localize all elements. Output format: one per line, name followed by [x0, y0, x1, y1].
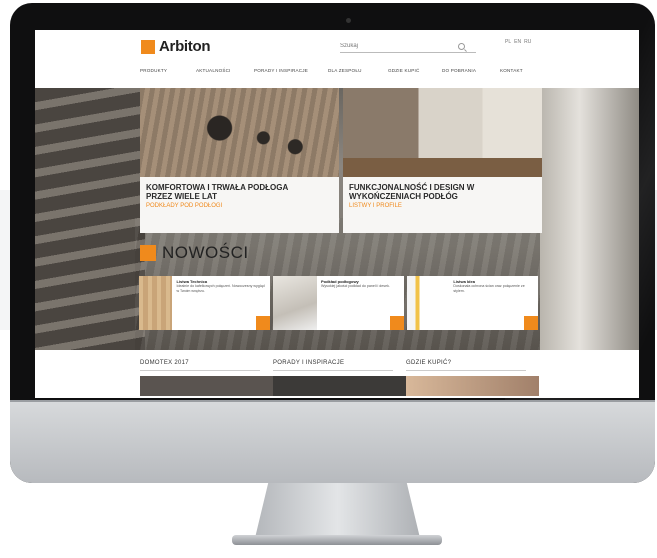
section-heading: NOWOŚCI [140, 243, 249, 263]
page: Arbiton PL EN RU PRODUKTY AKTUALNOŚCI PO… [0, 0, 657, 558]
news-tile[interactable]: Podkład podłogowy Wysokiej jakości podkł… [273, 276, 404, 330]
column-heading[interactable]: GDZIE KUPIĆ? [406, 360, 539, 366]
website-screen: Arbiton PL EN RU PRODUKTY AKTUALNOŚCI PO… [35, 30, 639, 398]
news-tiles: Listwa Technica Idealnie do kafelkowych … [139, 276, 538, 330]
news-body: Wysokiej jakości podkład do paneli i des… [321, 284, 390, 288]
monitor-chin [10, 400, 655, 483]
bottom-columns: DOMOTEX 2017 PORADY I INSPIRACJE GDZIE K… [140, 360, 539, 396]
search-box[interactable] [340, 40, 476, 53]
card-image-water-drops [140, 88, 339, 177]
logo-mark-icon [141, 39, 155, 54]
camera-icon [346, 18, 351, 23]
column-divider [140, 370, 260, 371]
card-image-room [343, 88, 542, 177]
news-arrow-icon[interactable] [256, 316, 270, 330]
news-thumbnail [407, 276, 450, 330]
news-arrow-icon[interactable] [524, 316, 538, 330]
nav-gdzie-kupic[interactable]: GDZIE KUPIĆ [388, 68, 442, 73]
card-body: KOMFORTOWA I TRWAŁA PODŁOGA PRZEZ WIELE … [140, 177, 339, 233]
news-arrow-icon[interactable] [390, 316, 404, 330]
chin-divider [10, 400, 655, 402]
card-body: FUNKCJONALNOŚĆ I DESIGN W WYKOŃCZENIACH … [343, 177, 542, 233]
lang-en[interactable]: EN [514, 39, 521, 45]
news-tile[interactable]: Listwa Idea Doskonała ochrona ścian oraz… [407, 276, 538, 330]
column-image [406, 376, 539, 396]
hero-stairs-image [35, 88, 145, 350]
news-tile[interactable]: Listwa Technica Idealnie do kafelkowych … [139, 276, 270, 330]
logo-text: Arbiton [159, 38, 211, 55]
column-gdzie-kupic[interactable]: GDZIE KUPIĆ? [406, 360, 539, 396]
hero-card-underlay[interactable]: KOMFORTOWA I TRWAŁA PODŁOGA PRZEZ WIELE … [140, 88, 339, 233]
news-body: Doskonała ochrona ścian oraz połączenie … [453, 284, 525, 293]
news-text: Podkład podłogowy Wysokiej jakości podkł… [317, 276, 394, 330]
nav-porady[interactable]: PORADY I INSPIRACJE [254, 68, 328, 73]
hero-card-profiles[interactable]: FUNKCJONALNOŚĆ I DESIGN W WYKOŃCZENIACH … [343, 88, 542, 233]
lang-pl[interactable]: PL [505, 39, 511, 45]
column-image [140, 376, 273, 396]
lang-ru[interactable]: RU [524, 39, 531, 45]
card-link[interactable]: PODKŁADY POD PODŁOGI [146, 203, 333, 209]
column-heading[interactable]: PORADY I INSPIRACJE [273, 360, 406, 366]
nav-dla-zespolu[interactable]: DLA ZESPOŁU [328, 68, 388, 73]
language-switcher: PL EN RU [505, 39, 531, 45]
column-porady[interactable]: PORADY I INSPIRACJE [273, 360, 406, 396]
news-body: Idealnie do kafelkowych połączeń. Nowocz… [176, 284, 265, 293]
monitor-stand [255, 483, 420, 538]
search-input[interactable] [340, 43, 458, 49]
hero-room-image [540, 88, 639, 350]
main-nav: PRODUKTY AKTUALNOŚCI PORADY I INSPIRACJE… [140, 68, 540, 73]
nav-produkty[interactable]: PRODUKTY [140, 68, 196, 73]
nav-aktualnosci[interactable]: AKTUALNOŚCI [196, 68, 254, 73]
nav-kontakt[interactable]: KONTAKT [500, 68, 540, 73]
card-title-line2: WYKOŃCZENIACH PODŁÓG [349, 192, 458, 201]
card-title-line1: FUNKCJONALNOŚĆ I DESIGN W [349, 183, 475, 192]
news-thumbnail [273, 276, 317, 330]
site-logo[interactable]: Arbiton [141, 38, 211, 55]
column-heading[interactable]: DOMOTEX 2017 [140, 360, 273, 366]
nav-do-pobrania[interactable]: DO POBRANIA [442, 68, 500, 73]
section-title: NOWOŚCI [162, 243, 249, 262]
column-divider [406, 370, 526, 371]
column-domotex[interactable]: DOMOTEX 2017 [140, 360, 273, 396]
card-link[interactable]: LISTWY I PROFILE [349, 203, 536, 209]
card-title-line2: PRZEZ WIELE LAT [146, 192, 217, 201]
card-image-skirting [343, 158, 542, 177]
search-icon[interactable] [458, 42, 465, 50]
monitor-stand-foot [232, 535, 442, 545]
column-image [273, 376, 406, 396]
card-title-line1: KOMFORTOWA I TRWAŁA PODŁOGA [146, 183, 289, 192]
news-thumbnail [139, 276, 173, 330]
section-square-icon [140, 245, 156, 261]
column-divider [273, 370, 393, 371]
